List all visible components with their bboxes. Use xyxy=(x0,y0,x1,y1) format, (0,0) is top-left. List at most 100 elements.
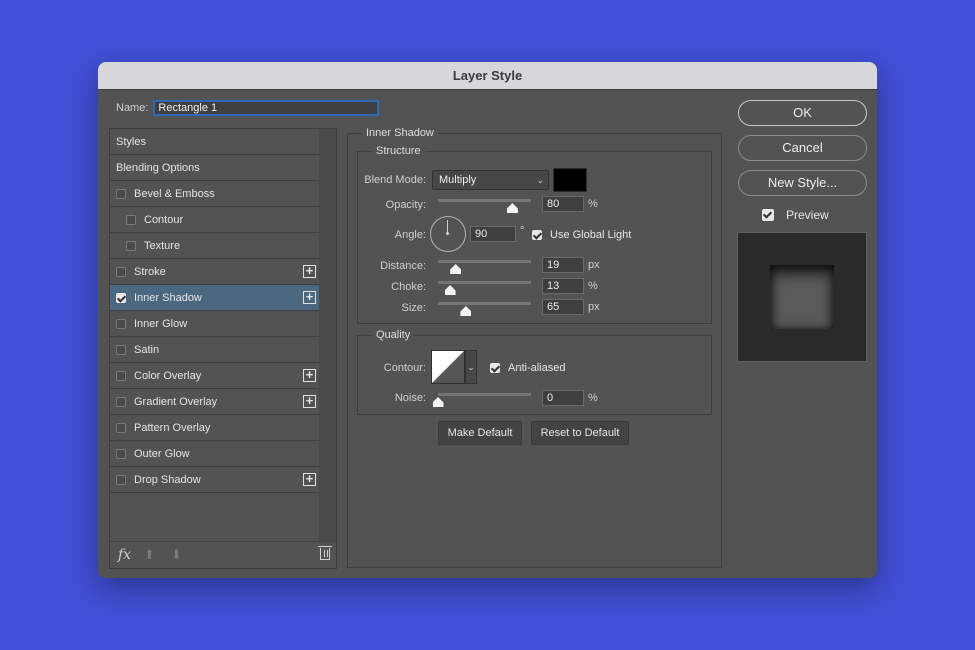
style-list: Styles Blending Options Bevel & Emboss Cont… xyxy=(109,128,337,569)
checkbox-icon[interactable] xyxy=(116,448,126,459)
checkbox-icon[interactable] xyxy=(116,422,126,433)
style-list-item[interactable]: Color Overlay + xyxy=(110,363,320,389)
shadow-color-swatch[interactable] xyxy=(553,168,587,192)
checkbox-icon[interactable] xyxy=(116,474,126,485)
use-global-light-label: Use Global Light xyxy=(550,229,632,241)
checkbox-icon[interactable] xyxy=(116,396,126,407)
add-effect-icon[interactable]: + xyxy=(303,394,316,408)
inner-shadow-panel: Inner Shadow Structure Blend Mode: Multi… xyxy=(347,127,722,568)
noise-slider-track[interactable] xyxy=(438,393,531,396)
add-effect-icon[interactable]: + xyxy=(303,472,316,486)
style-list-item[interactable]: Texture xyxy=(110,233,320,259)
size-label: Size: xyxy=(401,302,426,314)
make-default-button[interactable]: Make Default xyxy=(438,421,522,445)
use-global-light-checkbox[interactable]: Use Global Light xyxy=(532,229,631,241)
fx-icon[interactable]: fx xyxy=(118,547,144,563)
choke-input[interactable]: 13 xyxy=(542,278,584,294)
style-list-scrollbar[interactable] xyxy=(319,129,336,542)
style-list-item[interactable]: Satin xyxy=(110,337,320,363)
style-list-item-label: Color Overlay xyxy=(134,369,202,382)
blend-mode-value: Multiply xyxy=(439,174,477,186)
style-list-item[interactable]: Drop Shadow + xyxy=(110,467,320,493)
distance-input[interactable]: 19 xyxy=(542,257,584,273)
contour-dropdown[interactable]: ⌄ xyxy=(465,350,477,384)
quality-title: Quality xyxy=(372,329,415,341)
cancel-button[interactable]: Cancel xyxy=(738,135,867,161)
checkbox-icon[interactable] xyxy=(116,188,126,199)
opacity-input[interactable]: 80 xyxy=(542,196,584,212)
reset-to-default-button[interactable]: Reset to Default xyxy=(531,421,629,445)
arrow-down-icon[interactable]: ⬇ xyxy=(171,547,198,563)
style-list-item[interactable]: Gradient Overlay + xyxy=(110,389,320,415)
style-list-items: Styles Blending Options Bevel & Emboss Cont… xyxy=(110,129,320,493)
checkbox-icon[interactable] xyxy=(126,240,136,251)
noise-unit: % xyxy=(588,392,598,404)
choke-slider-track[interactable] xyxy=(438,281,531,284)
angle-input[interactable]: 90 xyxy=(470,226,516,242)
style-list-item-label: Outer Glow xyxy=(134,447,190,460)
distance-slider-track[interactable] xyxy=(438,260,531,263)
anti-aliased-label: Anti-aliased xyxy=(508,362,566,374)
add-effect-icon[interactable]: + xyxy=(303,290,316,304)
choke-label: Choke: xyxy=(391,281,426,293)
style-list-item-label: Inner Glow xyxy=(134,317,188,330)
distance-unit: px xyxy=(588,259,600,271)
style-list-item[interactable]: Inner Shadow + xyxy=(110,285,320,311)
checkbox-icon[interactable] xyxy=(116,292,126,303)
style-list-item[interactable]: Styles xyxy=(110,129,320,155)
structure-group: Structure Blend Mode: Multiply ⌄ Opacity… xyxy=(357,145,712,324)
ok-button[interactable]: OK xyxy=(738,100,867,126)
style-list-item[interactable]: Blending Options xyxy=(110,155,320,181)
add-effect-icon[interactable]: + xyxy=(303,368,316,382)
new-style-button[interactable]: New Style... xyxy=(738,170,867,196)
size-slider-thumb[interactable] xyxy=(460,306,472,316)
size-unit: px xyxy=(588,301,600,313)
preview-checkbox[interactable]: Preview xyxy=(762,208,829,222)
choke-slider-thumb[interactable] xyxy=(444,285,456,295)
style-list-item[interactable]: Pattern Overlay xyxy=(110,415,320,441)
contour-preview[interactable] xyxy=(431,350,465,384)
style-preview xyxy=(737,232,867,362)
size-input[interactable]: 65 xyxy=(542,299,584,315)
style-list-item-label: Bevel & Emboss xyxy=(134,187,215,200)
angle-label: Angle: xyxy=(394,229,426,241)
chevron-down-icon: ⌄ xyxy=(536,175,544,185)
angle-dial[interactable] xyxy=(430,216,466,252)
checkbox-icon xyxy=(532,230,542,240)
noise-input[interactable]: 0 xyxy=(542,390,584,406)
style-list-item-label: Styles xyxy=(116,135,146,148)
checkbox-icon[interactable] xyxy=(126,214,136,225)
checkbox-icon[interactable] xyxy=(116,344,126,355)
style-list-item-label: Drop Shadow xyxy=(134,473,201,486)
size-slider-track[interactable] xyxy=(438,302,531,305)
style-list-item[interactable]: Outer Glow xyxy=(110,441,320,467)
section-title: Inner Shadow xyxy=(362,127,438,139)
anti-aliased-checkbox[interactable]: Anti-aliased xyxy=(490,362,565,374)
style-list-item-label: Blending Options xyxy=(116,161,200,174)
opacity-slider-track[interactable] xyxy=(438,199,531,202)
style-list-item[interactable]: Stroke + xyxy=(110,259,320,285)
style-list-item-label: Satin xyxy=(134,343,160,356)
checkbox-icon xyxy=(762,209,774,221)
opacity-unit: % xyxy=(588,198,598,210)
angle-unit: ° xyxy=(520,225,525,237)
style-list-footer: fx ⬆ ⬇ xyxy=(110,541,336,568)
checkbox-icon[interactable] xyxy=(116,370,126,381)
name-input[interactable] xyxy=(153,100,380,116)
trash-icon[interactable] xyxy=(318,546,332,560)
style-list-item[interactable]: Contour xyxy=(110,207,320,233)
style-list-item[interactable]: Bevel & Emboss xyxy=(110,181,320,207)
checkbox-icon[interactable] xyxy=(116,266,126,277)
distance-slider-thumb[interactable] xyxy=(450,264,462,274)
style-list-item-label: Stroke xyxy=(134,265,166,278)
blend-mode-select[interactable]: Multiply ⌄ xyxy=(432,170,549,190)
arrow-up-icon[interactable]: ⬆ xyxy=(144,547,171,563)
add-effect-icon[interactable]: + xyxy=(303,264,316,278)
distance-label: Distance: xyxy=(380,260,426,272)
noise-slider-thumb[interactable] xyxy=(432,397,444,407)
preview-label: Preview xyxy=(786,208,829,222)
contour-label: Contour: xyxy=(383,362,426,374)
style-list-item[interactable]: Inner Glow xyxy=(110,311,320,337)
opacity-slider-thumb[interactable] xyxy=(506,203,518,213)
checkbox-icon[interactable] xyxy=(116,318,126,329)
